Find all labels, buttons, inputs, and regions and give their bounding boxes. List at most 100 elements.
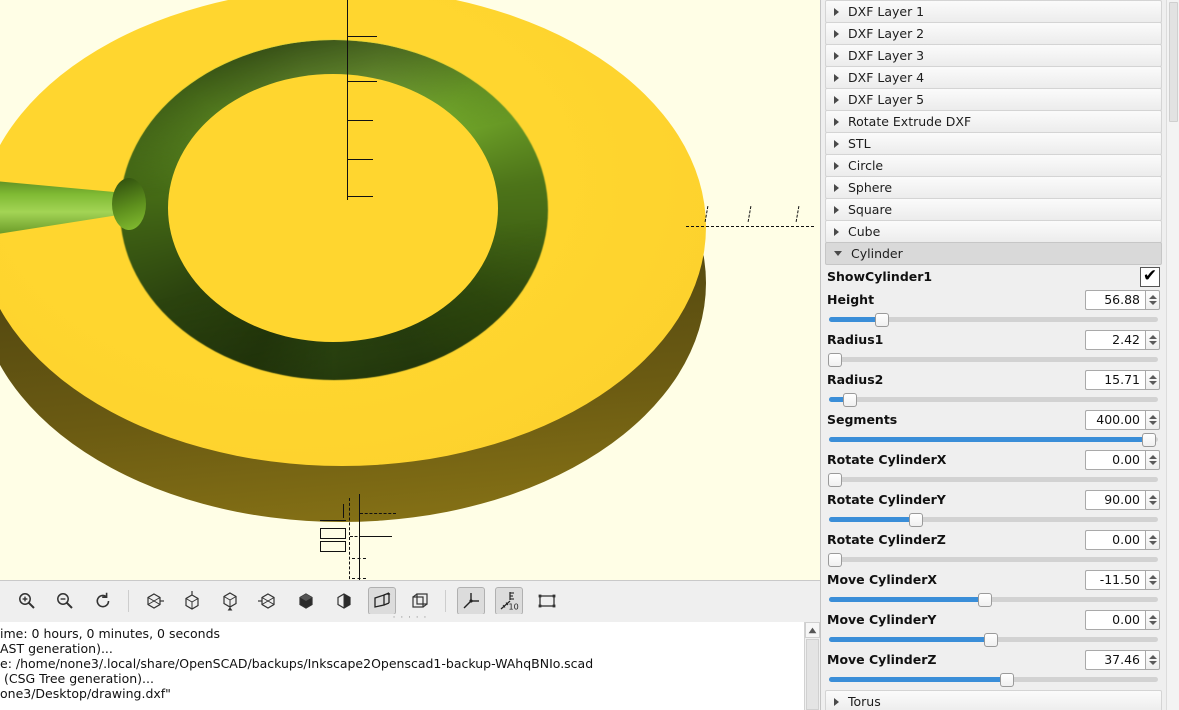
customizer-scrollbar-thumb[interactable] (1168, 2, 1178, 122)
stepper-up-icon[interactable] (1148, 454, 1157, 459)
rotate-cylindery-stepper[interactable] (1145, 489, 1160, 510)
radius2-stepper[interactable] (1145, 369, 1160, 390)
stepper-up-icon[interactable] (1148, 614, 1157, 619)
stepper-down-icon[interactable] (1148, 660, 1157, 665)
stepper-up-icon[interactable] (1148, 374, 1157, 379)
view-left-icon[interactable] (254, 587, 282, 615)
perspective-icon[interactable] (368, 587, 396, 615)
param-spinner[interactable]: -11.50 (1085, 569, 1160, 590)
group-header-cylinder[interactable]: Cylinder (825, 242, 1162, 265)
zoom-out-icon[interactable] (51, 587, 79, 615)
show-scale-markers-icon[interactable]: 10 (495, 587, 523, 615)
group-header-torus[interactable]: Torus (825, 690, 1162, 710)
rotate-cylinderx-value-input[interactable]: 0.00 (1085, 449, 1145, 470)
move-cylinderx-value-input[interactable]: -11.50 (1085, 569, 1145, 590)
param-spinner[interactable]: 56.88 (1085, 289, 1160, 310)
showcylinder1-checkbox[interactable]: ✔ (1140, 266, 1160, 287)
move-cylinderz-stepper[interactable] (1145, 649, 1160, 670)
move-cylinderz-value-input[interactable]: 37.46 (1085, 649, 1145, 670)
stepper-up-icon[interactable] (1148, 534, 1157, 539)
stepper-up-icon[interactable] (1148, 654, 1157, 659)
height-stepper[interactable] (1145, 289, 1160, 310)
move-cylinderx-slider[interactable] (827, 591, 1160, 607)
stepper-up-icon[interactable] (1148, 574, 1157, 579)
slider-thumb[interactable] (1142, 433, 1157, 447)
move-cylindery-slider[interactable] (827, 631, 1160, 647)
reset-view-icon[interactable] (89, 587, 117, 615)
slider-thumb[interactable] (828, 473, 842, 487)
slider-thumb[interactable] (842, 393, 857, 407)
view-front-icon[interactable] (292, 587, 320, 615)
group-header-square[interactable]: Square (825, 198, 1162, 221)
param-spinner[interactable]: 37.46 (1085, 649, 1160, 670)
param-spinner[interactable]: 0.00 (1085, 529, 1160, 550)
stepper-down-icon[interactable] (1148, 340, 1157, 345)
group-header-stl[interactable]: STL (825, 132, 1162, 155)
3d-viewport[interactable] (0, 0, 820, 580)
radius1-value-input[interactable]: 2.42 (1085, 329, 1145, 350)
param-spinner[interactable]: 400.00 (1085, 409, 1160, 430)
stepper-down-icon[interactable] (1148, 420, 1157, 425)
show-axes-icon[interactable] (457, 587, 485, 615)
param-spinner[interactable]: 15.71 (1085, 369, 1160, 390)
view-top-icon[interactable] (178, 587, 206, 615)
console-splitter-handle[interactable]: · · · · · (0, 614, 820, 623)
group-header-dxf-layer-5[interactable]: DXF Layer 5 (825, 88, 1162, 111)
radius1-slider[interactable] (827, 351, 1160, 367)
stepper-up-icon[interactable] (1148, 294, 1157, 299)
radius1-stepper[interactable] (1145, 329, 1160, 350)
slider-thumb[interactable] (984, 633, 999, 647)
segments-value-input[interactable]: 400.00 (1085, 409, 1145, 430)
console-scrollbar-thumb[interactable] (806, 639, 819, 710)
param-spinner[interactable]: 0.00 (1085, 449, 1160, 470)
customizer-scrollbar[interactable] (1166, 0, 1179, 710)
scroll-up-arrow-icon[interactable] (805, 622, 820, 638)
console-scrollbar[interactable] (804, 622, 820, 710)
slider-thumb[interactable] (977, 593, 992, 607)
slider-thumb[interactable] (908, 513, 923, 527)
slider-thumb[interactable] (828, 553, 842, 567)
group-header-dxf-layer-1[interactable]: DXF Layer 1 (825, 0, 1162, 23)
group-header-dxf-layer-4[interactable]: DXF Layer 4 (825, 66, 1162, 89)
move-cylindery-value-input[interactable]: 0.00 (1085, 609, 1145, 630)
stepper-down-icon[interactable] (1148, 380, 1157, 385)
param-spinner[interactable]: 90.00 (1085, 489, 1160, 510)
view-right-icon[interactable] (140, 587, 168, 615)
group-header-circle[interactable]: Circle (825, 154, 1162, 177)
param-spinner[interactable]: 0.00 (1085, 609, 1160, 630)
radius2-value-input[interactable]: 15.71 (1085, 369, 1145, 390)
param-spinner[interactable]: 2.42 (1085, 329, 1160, 350)
group-header-dxf-layer-3[interactable]: DXF Layer 3 (825, 44, 1162, 67)
console-output[interactable]: ime: 0 hours, 0 minutes, 0 seconds AST g… (0, 622, 804, 710)
view-back-icon[interactable] (330, 587, 358, 615)
height-slider[interactable] (827, 311, 1160, 327)
rotate-cylindery-slider[interactable] (827, 511, 1160, 527)
rotate-cylinderz-slider[interactable] (827, 551, 1160, 567)
rotate-cylinderz-value-input[interactable]: 0.00 (1085, 529, 1145, 550)
group-header-sphere[interactable]: Sphere (825, 176, 1162, 199)
stepper-down-icon[interactable] (1148, 620, 1157, 625)
radius2-slider[interactable] (827, 391, 1160, 407)
group-header-cube[interactable]: Cube (825, 220, 1162, 243)
stepper-up-icon[interactable] (1148, 334, 1157, 339)
rotate-cylindery-value-input[interactable]: 90.00 (1085, 489, 1145, 510)
move-cylindery-stepper[interactable] (1145, 609, 1160, 630)
stepper-up-icon[interactable] (1148, 414, 1157, 419)
stepper-down-icon[interactable] (1148, 300, 1157, 305)
move-cylinderx-stepper[interactable] (1145, 569, 1160, 590)
stepper-down-icon[interactable] (1148, 460, 1157, 465)
slider-thumb[interactable] (828, 353, 842, 367)
stepper-down-icon[interactable] (1148, 580, 1157, 585)
show-edges-icon[interactable] (533, 587, 561, 615)
segments-stepper[interactable] (1145, 409, 1160, 430)
group-header-dxf-layer-2[interactable]: DXF Layer 2 (825, 22, 1162, 45)
stepper-down-icon[interactable] (1148, 540, 1157, 545)
rotate-cylinderx-slider[interactable] (827, 471, 1160, 487)
zoom-in-icon[interactable] (13, 587, 41, 615)
rotate-cylinderx-stepper[interactable] (1145, 449, 1160, 470)
rotate-cylinderz-stepper[interactable] (1145, 529, 1160, 550)
stepper-down-icon[interactable] (1148, 500, 1157, 505)
view-bottom-icon[interactable] (216, 587, 244, 615)
height-value-input[interactable]: 56.88 (1085, 289, 1145, 310)
orthogonal-icon[interactable] (406, 587, 434, 615)
